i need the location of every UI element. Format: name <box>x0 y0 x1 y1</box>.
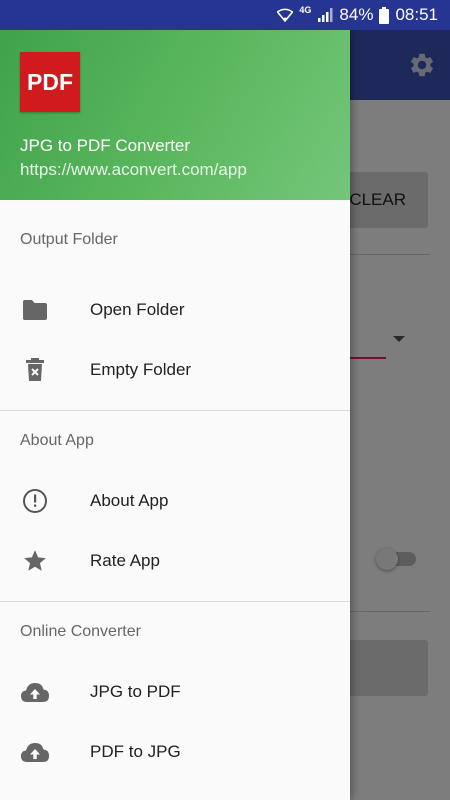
battery-percent: 84% <box>339 5 374 24</box>
status-bar: 4G 84% 08:51 <box>0 0 450 30</box>
battery-icon <box>379 6 390 24</box>
section-title-output-folder: Output Folder <box>20 231 118 248</box>
menu-item-empty-folder[interactable]: Empty Folder <box>0 340 350 400</box>
menu-item-open-folder[interactable]: Open Folder <box>0 280 350 340</box>
menu-item-pdf-to-jpg[interactable]: PDF to JPG <box>0 722 350 782</box>
network-type: 4G <box>299 5 312 15</box>
section-title-online-converter: Online Converter <box>20 623 141 640</box>
pdf-logo: PDF <box>20 52 80 112</box>
info-icon <box>20 489 50 513</box>
cloud-upload-icon <box>20 680 50 704</box>
folder-icon <box>20 298 50 322</box>
signal-icon <box>317 7 333 23</box>
menu-item-label: Empty Folder <box>90 360 192 379</box>
menu-item-label: Open Folder <box>90 300 185 319</box>
app-name: JPG to PDF Converter <box>20 136 191 155</box>
drawer-header: PDF JPG to PDF Converter https://www.aco… <box>0 30 350 200</box>
navigation-drawer: PDF JPG to PDF Converter https://www.aco… <box>0 30 350 800</box>
menu-item-label: PDF to JPG <box>90 742 181 761</box>
menu-item-label: Rate App <box>90 551 160 570</box>
clock: 08:51 <box>395 5 438 24</box>
trash-icon <box>20 358 50 382</box>
menu-item-rate-app[interactable]: Rate App <box>0 531 350 591</box>
menu-item-label: About App <box>90 491 169 510</box>
wifi-icon <box>277 8 294 22</box>
menu-item-about-app[interactable]: About App <box>0 471 350 531</box>
star-icon <box>20 549 50 573</box>
menu-item-jpg-to-pdf[interactable]: JPG to PDF <box>0 662 350 722</box>
section-title-about-app: About App <box>20 432 94 449</box>
cloud-upload-icon <box>20 740 50 764</box>
menu-item-label: JPG to PDF <box>90 682 181 701</box>
app-url[interactable]: https://www.aconvert.com/app <box>20 160 247 180</box>
